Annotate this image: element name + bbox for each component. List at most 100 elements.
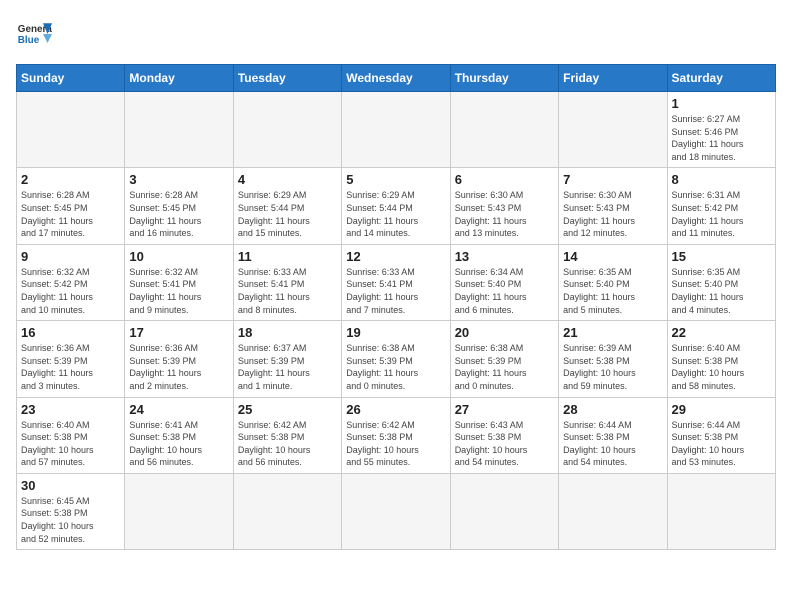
weekday-header-sunday: Sunday bbox=[17, 65, 125, 92]
logo-icon: General Blue bbox=[16, 16, 52, 52]
day-number: 21 bbox=[563, 325, 662, 340]
calendar-cell: 3 Sunrise: 6:28 AM Sunset: 5:45 PM Daylig… bbox=[125, 168, 233, 244]
day-info: Sunrise: 6:32 AM Sunset: 5:42 PM Dayligh… bbox=[21, 266, 120, 316]
weekday-header-wednesday: Wednesday bbox=[342, 65, 450, 92]
day-info: Sunrise: 6:32 AM Sunset: 5:41 PM Dayligh… bbox=[129, 266, 228, 316]
day-number: 24 bbox=[129, 402, 228, 417]
day-info: Sunrise: 6:41 AM Sunset: 5:38 PM Dayligh… bbox=[129, 419, 228, 469]
day-info: Sunrise: 6:30 AM Sunset: 5:43 PM Dayligh… bbox=[563, 189, 662, 239]
calendar-cell: 5 Sunrise: 6:29 AM Sunset: 5:44 PM Daylig… bbox=[342, 168, 450, 244]
calendar-table: SundayMondayTuesdayWednesdayThursdayFrid… bbox=[16, 64, 776, 550]
day-number: 18 bbox=[238, 325, 337, 340]
day-info: Sunrise: 6:42 AM Sunset: 5:38 PM Dayligh… bbox=[238, 419, 337, 469]
svg-text:Blue: Blue bbox=[18, 35, 40, 46]
week-row-5: 30Sunrise: 6:45 AM Sunset: 5:38 PM Dayli… bbox=[17, 473, 776, 549]
calendar-cell: 17 Sunrise: 6:36 AM Sunset: 5:39 PM Dayli… bbox=[125, 321, 233, 397]
calendar-cell bbox=[667, 473, 775, 549]
calendar-cell: 21 Sunrise: 6:39 AM Sunset: 5:38 PM Dayli… bbox=[559, 321, 667, 397]
calendar-cell: 23 Sunrise: 6:40 AM Sunset: 5:38 PM Dayli… bbox=[17, 397, 125, 473]
day-info: Sunrise: 6:44 AM Sunset: 5:38 PM Dayligh… bbox=[672, 419, 771, 469]
day-number: 19 bbox=[346, 325, 445, 340]
day-info: Sunrise: 6:35 AM Sunset: 5:40 PM Dayligh… bbox=[672, 266, 771, 316]
day-info: Sunrise: 6:28 AM Sunset: 5:45 PM Dayligh… bbox=[129, 189, 228, 239]
day-number: 3 bbox=[129, 172, 228, 187]
calendar-cell: 27 Sunrise: 6:43 AM Sunset: 5:38 PM Dayli… bbox=[450, 397, 558, 473]
day-info: Sunrise: 6:36 AM Sunset: 5:39 PM Dayligh… bbox=[129, 342, 228, 392]
day-info: Sunrise: 6:35 AM Sunset: 5:40 PM Dayligh… bbox=[563, 266, 662, 316]
calendar-cell: 20 Sunrise: 6:38 AM Sunset: 5:39 PM Dayli… bbox=[450, 321, 558, 397]
day-number: 2 bbox=[21, 172, 120, 187]
day-number: 17 bbox=[129, 325, 228, 340]
day-number: 27 bbox=[455, 402, 554, 417]
day-number: 11 bbox=[238, 249, 337, 264]
day-number: 8 bbox=[672, 172, 771, 187]
calendar-cell: 30Sunrise: 6:45 AM Sunset: 5:38 PM Dayli… bbox=[17, 473, 125, 549]
calendar-cell: 18 Sunrise: 6:37 AM Sunset: 5:39 PM Dayli… bbox=[233, 321, 341, 397]
calendar-cell: 28 Sunrise: 6:44 AM Sunset: 5:38 PM Dayli… bbox=[559, 397, 667, 473]
calendar-cell: 6Sunrise: 6:30 AM Sunset: 5:43 PM Daylig… bbox=[450, 168, 558, 244]
calendar-cell: 10 Sunrise: 6:32 AM Sunset: 5:41 PM Dayli… bbox=[125, 244, 233, 320]
calendar-cell: 22Sunrise: 6:40 AM Sunset: 5:38 PM Dayli… bbox=[667, 321, 775, 397]
day-info: Sunrise: 6:34 AM Sunset: 5:40 PM Dayligh… bbox=[455, 266, 554, 316]
calendar-cell: 15Sunrise: 6:35 AM Sunset: 5:40 PM Dayli… bbox=[667, 244, 775, 320]
weekday-header-friday: Friday bbox=[559, 65, 667, 92]
weekday-header-thursday: Thursday bbox=[450, 65, 558, 92]
calendar-cell: 16 Sunrise: 6:36 AM Sunset: 5:39 PM Dayli… bbox=[17, 321, 125, 397]
day-number: 4 bbox=[238, 172, 337, 187]
day-number: 22 bbox=[672, 325, 771, 340]
day-number: 28 bbox=[563, 402, 662, 417]
day-info: Sunrise: 6:42 AM Sunset: 5:38 PM Dayligh… bbox=[346, 419, 445, 469]
day-info: Sunrise: 6:38 AM Sunset: 5:39 PM Dayligh… bbox=[455, 342, 554, 392]
day-number: 14 bbox=[563, 249, 662, 264]
calendar-cell: 13Sunrise: 6:34 AM Sunset: 5:40 PM Dayli… bbox=[450, 244, 558, 320]
week-row-3: 16 Sunrise: 6:36 AM Sunset: 5:39 PM Dayli… bbox=[17, 321, 776, 397]
calendar-cell bbox=[450, 92, 558, 168]
day-number: 29 bbox=[672, 402, 771, 417]
day-info: Sunrise: 6:29 AM Sunset: 5:44 PM Dayligh… bbox=[346, 189, 445, 239]
calendar-cell bbox=[17, 92, 125, 168]
calendar-cell bbox=[559, 92, 667, 168]
day-info: Sunrise: 6:43 AM Sunset: 5:38 PM Dayligh… bbox=[455, 419, 554, 469]
calendar-cell: 7 Sunrise: 6:30 AM Sunset: 5:43 PM Daylig… bbox=[559, 168, 667, 244]
weekday-header-row: SundayMondayTuesdayWednesdayThursdayFrid… bbox=[17, 65, 776, 92]
page-header: General Blue bbox=[16, 16, 776, 52]
calendar-cell: 2Sunrise: 6:28 AM Sunset: 5:45 PM Daylig… bbox=[17, 168, 125, 244]
day-info: Sunrise: 6:31 AM Sunset: 5:42 PM Dayligh… bbox=[672, 189, 771, 239]
calendar-cell bbox=[342, 473, 450, 549]
calendar-cell: 26 Sunrise: 6:42 AM Sunset: 5:38 PM Dayli… bbox=[342, 397, 450, 473]
day-number: 26 bbox=[346, 402, 445, 417]
day-number: 16 bbox=[21, 325, 120, 340]
day-info: Sunrise: 6:38 AM Sunset: 5:39 PM Dayligh… bbox=[346, 342, 445, 392]
calendar-cell bbox=[233, 473, 341, 549]
day-info: Sunrise: 6:33 AM Sunset: 5:41 PM Dayligh… bbox=[238, 266, 337, 316]
day-info: Sunrise: 6:39 AM Sunset: 5:38 PM Dayligh… bbox=[563, 342, 662, 392]
day-info: Sunrise: 6:29 AM Sunset: 5:44 PM Dayligh… bbox=[238, 189, 337, 239]
day-number: 7 bbox=[563, 172, 662, 187]
day-info: Sunrise: 6:37 AM Sunset: 5:39 PM Dayligh… bbox=[238, 342, 337, 392]
calendar-cell: 12Sunrise: 6:33 AM Sunset: 5:41 PM Dayli… bbox=[342, 244, 450, 320]
calendar-cell: 8 Sunrise: 6:31 AM Sunset: 5:42 PM Daylig… bbox=[667, 168, 775, 244]
day-number: 9 bbox=[21, 249, 120, 264]
calendar-cell bbox=[125, 473, 233, 549]
day-info: Sunrise: 6:27 AM Sunset: 5:46 PM Dayligh… bbox=[672, 113, 771, 163]
calendar-cell: 25 Sunrise: 6:42 AM Sunset: 5:38 PM Dayli… bbox=[233, 397, 341, 473]
calendar-cell bbox=[450, 473, 558, 549]
day-number: 20 bbox=[455, 325, 554, 340]
logo: General Blue bbox=[16, 16, 52, 52]
day-info: Sunrise: 6:45 AM Sunset: 5:38 PM Dayligh… bbox=[21, 495, 120, 545]
calendar-cell bbox=[342, 92, 450, 168]
day-number: 25 bbox=[238, 402, 337, 417]
day-number: 23 bbox=[21, 402, 120, 417]
calendar-cell bbox=[559, 473, 667, 549]
day-info: Sunrise: 6:44 AM Sunset: 5:38 PM Dayligh… bbox=[563, 419, 662, 469]
calendar-cell: 19 Sunrise: 6:38 AM Sunset: 5:39 PM Dayli… bbox=[342, 321, 450, 397]
day-info: Sunrise: 6:36 AM Sunset: 5:39 PM Dayligh… bbox=[21, 342, 120, 392]
week-row-1: 2 Sunrise: 6:28 AM Sunset: 5:45 PM Daylig… bbox=[17, 168, 776, 244]
calendar-cell: 24 Sunrise: 6:41 AM Sunset: 5:38 PM Dayli… bbox=[125, 397, 233, 473]
day-info: Sunrise: 6:40 AM Sunset: 5:38 PM Dayligh… bbox=[21, 419, 120, 469]
weekday-header-saturday: Saturday bbox=[667, 65, 775, 92]
day-number: 10 bbox=[129, 249, 228, 264]
day-info: Sunrise: 6:33 AM Sunset: 5:41 PM Dayligh… bbox=[346, 266, 445, 316]
day-number: 5 bbox=[346, 172, 445, 187]
calendar-cell: 29 Sunrise: 6:44 AM Sunset: 5:38 PM Dayli… bbox=[667, 397, 775, 473]
